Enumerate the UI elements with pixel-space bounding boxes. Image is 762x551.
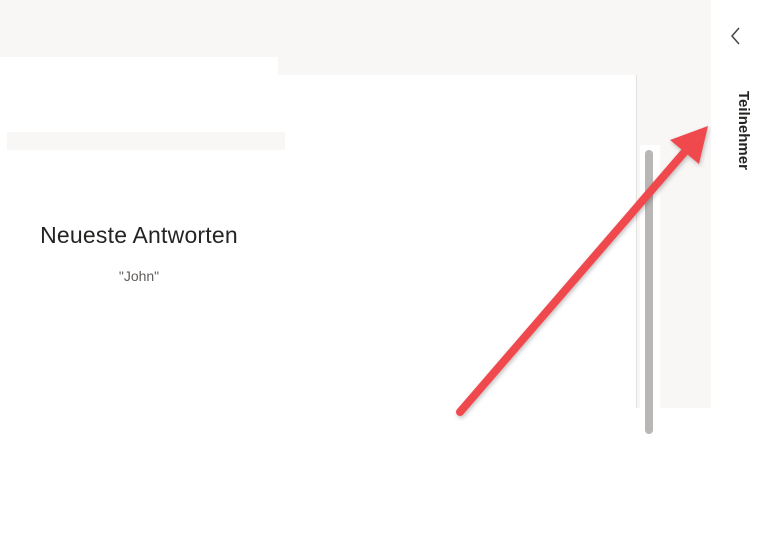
collapse-panel-button[interactable] [722,22,750,50]
latest-response-text: "John" [118,268,160,284]
card-divider [7,132,285,150]
bottom-area [0,408,711,551]
scrollbar-thumb[interactable] [645,150,653,434]
participants-tab-label[interactable]: Teilnehmer [718,80,752,180]
section-heading: Neueste Antworten [40,222,238,248]
chevron-left-icon [731,27,740,45]
